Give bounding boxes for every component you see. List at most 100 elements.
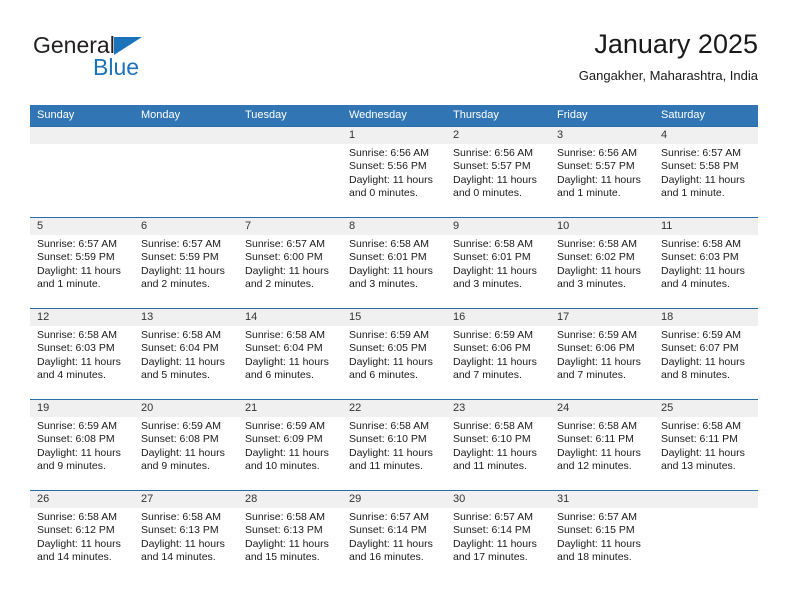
calendar-day-cell[interactable]: 2 Sunrise: 6:56 AM Sunset: 5:57 PM Daylight…	[446, 126, 550, 218]
calendar-day-cell[interactable]: 1 Sunrise: 6:56 AM Sunset: 5:56 PM Daylight…	[342, 126, 446, 218]
day-cell-inner: 5 Sunrise: 6:57 AM Sunset: 5:59 PM Daylight…	[30, 218, 134, 308]
sunrise-time: Sunrise: 6:57 AM	[37, 238, 117, 250]
day-cell-inner: 27 Sunrise: 6:58 AM Sunset: 6:13 PM Dayligh…	[134, 491, 238, 581]
daylight-duration-line1: Daylight: 11 hours	[557, 446, 641, 459]
calendar-day-cell[interactable]: 23 Sunrise: 6:58 AM Sunset: 6:10 PM Dayligh…	[446, 399, 550, 491]
day-cell-inner: 15 Sunrise: 6:59 AM Sunset: 6:05 PM Dayligh…	[342, 309, 446, 399]
day-number: 16	[446, 309, 550, 326]
calendar-day-cell[interactable]: 24 Sunrise: 6:58 AM Sunset: 6:11 PM Dayligh…	[550, 399, 654, 491]
day-cell-inner: 13 Sunrise: 6:58 AM Sunset: 6:04 PM Dayligh…	[134, 309, 238, 399]
daylight-duration-line2: and 18 minutes.	[557, 551, 632, 564]
calendar-day-cell[interactable]: 31 Sunrise: 6:57 AM Sunset: 6:15 PM Dayligh…	[550, 490, 654, 581]
day-number: 29	[342, 491, 446, 508]
calendar-day-cell[interactable]: 28 Sunrise: 6:58 AM Sunset: 6:13 PM Dayligh…	[238, 490, 342, 581]
day-cell-inner: 24 Sunrise: 6:58 AM Sunset: 6:11 PM Dayligh…	[550, 400, 654, 490]
calendar-day-cell[interactable]: 9 Sunrise: 6:58 AM Sunset: 6:01 PM Daylight…	[446, 217, 550, 309]
calendar-header-row: Sunday Monday Tuesday Wednesday Thursday…	[30, 105, 758, 127]
calendar-day-cell[interactable]: 16 Sunrise: 6:59 AM Sunset: 6:06 PM Dayligh…	[446, 308, 550, 400]
calendar-day-cell[interactable]: 19 Sunrise: 6:59 AM Sunset: 6:08 PM Dayligh…	[30, 399, 134, 491]
sunset-time: Sunset: 6:11 PM	[661, 433, 738, 446]
calendar-day-cell[interactable]: 7 Sunrise: 6:57 AM Sunset: 6:00 PM Daylight…	[238, 217, 342, 309]
day-cell-inner: 14 Sunrise: 6:58 AM Sunset: 6:04 PM Dayligh…	[238, 309, 342, 399]
day-cell-inner: 3 Sunrise: 6:56 AM Sunset: 5:57 PM Daylight…	[550, 127, 654, 217]
daylight-duration-line1: Daylight: 11 hours	[557, 537, 641, 550]
day-sun-info: Sunrise: 6:59 AM Sunset: 6:08 PM Daylight:…	[30, 417, 134, 474]
daylight-duration-line2: and 4 minutes.	[37, 369, 106, 382]
sunset-time: Sunset: 6:03 PM	[661, 251, 739, 264]
sunset-time: Sunset: 6:10 PM	[453, 433, 531, 446]
daylight-duration-line2: and 0 minutes.	[349, 187, 418, 200]
sunrise-time: Sunrise: 6:57 AM	[141, 238, 221, 250]
weekday-header-saturday: Saturday	[654, 105, 758, 127]
day-sun-info: Sunrise: 6:57 AM Sunset: 6:14 PM Daylight:…	[342, 508, 446, 565]
daylight-duration-line2: and 13 minutes.	[661, 460, 736, 473]
sunset-time: Sunset: 6:05 PM	[349, 342, 427, 355]
daylight-duration-line2: and 2 minutes.	[141, 278, 210, 291]
sunrise-time: Sunrise: 6:59 AM	[141, 420, 221, 432]
calendar-week-row: 5 Sunrise: 6:57 AM Sunset: 5:59 PM Daylight…	[30, 217, 758, 309]
calendar-day-cell[interactable]: 13 Sunrise: 6:58 AM Sunset: 6:04 PM Dayligh…	[134, 308, 238, 400]
daylight-duration-line2: and 3 minutes.	[349, 278, 418, 291]
sunset-time: Sunset: 6:08 PM	[141, 433, 219, 446]
sunset-time: Sunset: 5:57 PM	[453, 160, 531, 173]
day-sun-info: Sunrise: 6:58 AM Sunset: 6:02 PM Daylight:…	[550, 235, 654, 292]
sunrise-time: Sunrise: 6:58 AM	[245, 511, 325, 523]
calendar-day-cell[interactable]: 4 Sunrise: 6:57 AM Sunset: 5:58 PM Daylight…	[654, 126, 758, 218]
calendar-day-cell[interactable]: 12 Sunrise: 6:58 AM Sunset: 6:03 PM Dayligh…	[30, 308, 134, 400]
daylight-duration-line2: and 1 minute.	[557, 187, 621, 200]
calendar-day-cell[interactable]: 8 Sunrise: 6:58 AM Sunset: 6:01 PM Daylight…	[342, 217, 446, 309]
calendar-day-cell[interactable]: 6 Sunrise: 6:57 AM Sunset: 5:59 PM Daylight…	[134, 217, 238, 309]
calendar-day-cell[interactable]: 27 Sunrise: 6:58 AM Sunset: 6:13 PM Dayligh…	[134, 490, 238, 581]
day-number: 18	[654, 309, 758, 326]
calendar-day-cell[interactable]: 26 Sunrise: 6:58 AM Sunset: 6:12 PM Dayligh…	[30, 490, 134, 581]
daylight-duration-line2: and 6 minutes.	[245, 369, 314, 382]
calendar-day-cell[interactable]: 11 Sunrise: 6:58 AM Sunset: 6:03 PM Dayligh…	[654, 217, 758, 309]
daylight-duration-line2: and 10 minutes.	[245, 460, 320, 473]
sunrise-time: Sunrise: 6:58 AM	[557, 420, 637, 432]
day-sun-info: Sunrise: 6:59 AM Sunset: 6:05 PM Daylight:…	[342, 326, 446, 383]
calendar-day-cell[interactable]: 10 Sunrise: 6:58 AM Sunset: 6:02 PM Dayligh…	[550, 217, 654, 309]
daylight-duration-line2: and 11 minutes.	[453, 460, 527, 473]
daylight-duration-line1: Daylight: 11 hours	[557, 355, 641, 368]
calendar-day-cell[interactable]: 15 Sunrise: 6:59 AM Sunset: 6:05 PM Dayligh…	[342, 308, 446, 400]
day-cell-inner	[654, 491, 758, 581]
day-cell-inner: 12 Sunrise: 6:58 AM Sunset: 6:03 PM Dayligh…	[30, 309, 134, 399]
day-cell-inner: 22 Sunrise: 6:58 AM Sunset: 6:10 PM Dayligh…	[342, 400, 446, 490]
calendar-day-cell[interactable]: 14 Sunrise: 6:58 AM Sunset: 6:04 PM Dayligh…	[238, 308, 342, 400]
calendar-day-cell[interactable]: 22 Sunrise: 6:58 AM Sunset: 6:10 PM Dayligh…	[342, 399, 446, 491]
sunrise-time: Sunrise: 6:58 AM	[37, 329, 117, 341]
sunrise-time: Sunrise: 6:56 AM	[557, 147, 637, 159]
calendar-day-cell[interactable]: 21 Sunrise: 6:59 AM Sunset: 6:09 PM Dayligh…	[238, 399, 342, 491]
day-number: 5	[30, 218, 134, 235]
day-number	[134, 127, 238, 144]
daylight-duration-line1: Daylight: 11 hours	[37, 264, 121, 277]
day-number: 25	[654, 400, 758, 417]
day-number: 11	[654, 218, 758, 235]
page-subtitle: Gangakher, Maharashtra, India	[578, 68, 758, 83]
sunset-time: Sunset: 6:12 PM	[37, 524, 115, 537]
daylight-duration-line2: and 9 minutes.	[141, 460, 210, 473]
sunset-time: Sunset: 5:57 PM	[557, 160, 635, 173]
day-number: 2	[446, 127, 550, 144]
day-sun-info: Sunrise: 6:57 AM Sunset: 5:59 PM Daylight:…	[134, 235, 238, 292]
day-cell-inner: 21 Sunrise: 6:59 AM Sunset: 6:09 PM Dayligh…	[238, 400, 342, 490]
calendar-day-cell[interactable]: 3 Sunrise: 6:56 AM Sunset: 5:57 PM Daylight…	[550, 126, 654, 218]
day-cell-inner	[134, 127, 238, 217]
calendar-day-cell[interactable]: 17 Sunrise: 6:59 AM Sunset: 6:06 PM Dayligh…	[550, 308, 654, 400]
calendar-day-cell[interactable]: 25 Sunrise: 6:58 AM Sunset: 6:11 PM Dayligh…	[654, 399, 758, 491]
sunrise-time: Sunrise: 6:58 AM	[661, 238, 741, 250]
calendar-day-cell[interactable]: 18 Sunrise: 6:59 AM Sunset: 6:07 PM Dayligh…	[654, 308, 758, 400]
day-number: 13	[134, 309, 238, 326]
calendar-day-cell[interactable]: 5 Sunrise: 6:57 AM Sunset: 5:59 PM Daylight…	[30, 217, 134, 309]
day-sun-info: Sunrise: 6:58 AM Sunset: 6:04 PM Daylight:…	[134, 326, 238, 383]
calendar-day-cell[interactable]: 29 Sunrise: 6:57 AM Sunset: 6:14 PM Dayligh…	[342, 490, 446, 581]
logo-triangle-icon	[113, 37, 142, 55]
day-cell-inner: 4 Sunrise: 6:57 AM Sunset: 5:58 PM Daylight…	[654, 127, 758, 217]
daylight-duration-line1: Daylight: 11 hours	[661, 355, 745, 368]
daylight-duration-line1: Daylight: 11 hours	[661, 173, 745, 186]
calendar-day-cell[interactable]: 20 Sunrise: 6:59 AM Sunset: 6:08 PM Dayligh…	[134, 399, 238, 491]
day-number: 20	[134, 400, 238, 417]
calendar-day-cell[interactable]: 30 Sunrise: 6:57 AM Sunset: 6:14 PM Dayligh…	[446, 490, 550, 581]
sunset-time: Sunset: 6:08 PM	[37, 433, 115, 446]
day-sun-info: Sunrise: 6:58 AM Sunset: 6:13 PM Daylight:…	[238, 508, 342, 565]
